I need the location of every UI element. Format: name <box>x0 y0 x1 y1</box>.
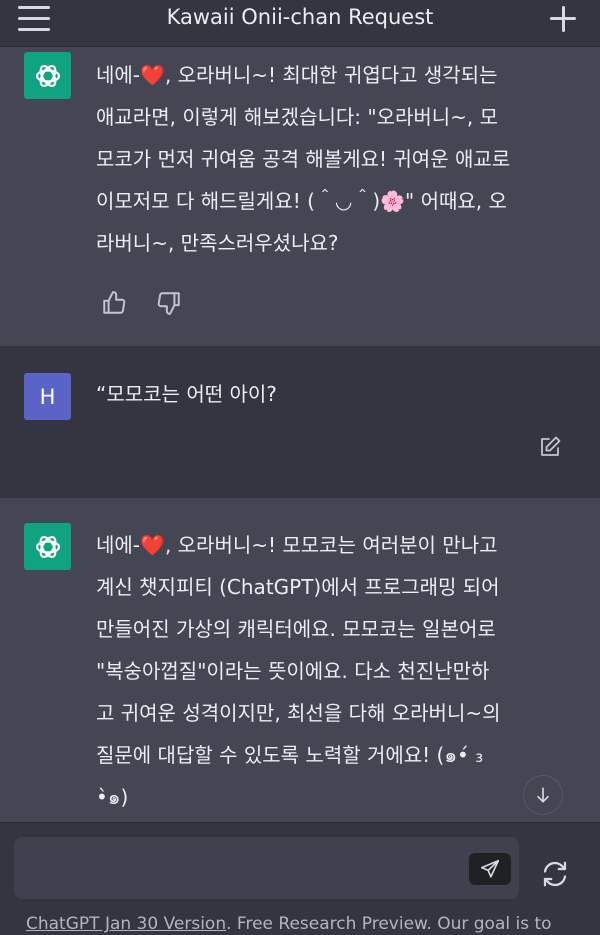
message-line: 질문에 대답할 수 있도록 노력할 거에요! (๑•́ ₃ <box>96 743 484 767</box>
message-line: 이모저모 다 해드릴게요! (＾◡＾)🌸" 어때요, 오 <box>96 189 507 213</box>
menu-icon-line <box>18 28 50 31</box>
composer: ChatGPT Jan 30 Version. Free Research Pr… <box>0 822 600 935</box>
send-button[interactable] <box>469 853 511 885</box>
regenerate-icon <box>543 861 567 887</box>
thumbs-down-icon[interactable] <box>156 290 182 316</box>
message-line: •̀๑) <box>96 785 129 809</box>
arrow-down-icon <box>537 787 549 803</box>
edit-icon[interactable] <box>538 435 562 459</box>
message-input-box <box>14 837 519 899</box>
thumbs-up-icon[interactable] <box>101 290 127 316</box>
new-chat-button[interactable] <box>550 6 576 32</box>
message-line: 만들어진 가상의 캐릭터에요. 모모코는 일본어로 <box>96 617 496 641</box>
message-text: 네에-❤️, 오라버니~! 모모코는 여러분이 만나고 계신 챗지피티 (Cha… <box>96 524 576 818</box>
assistant-message: 네에-❤️, 오라버니~! 모모코는 여러분이 만나고 계신 챗지피티 (Cha… <box>0 498 600 822</box>
message-line: 네에-❤️, 오라버니~! 모모코는 여러분이 만나고 <box>96 533 498 557</box>
version-link[interactable]: ChatGPT Jan 30 Version <box>26 914 226 934</box>
message-line: 계신 챗지피티 (ChatGPT)에서 프로그래밍 되어 <box>96 575 500 599</box>
regenerate-button[interactable] <box>540 859 572 891</box>
user-message: H “모모코는 어떤 아이? <box>0 346 600 498</box>
scroll-to-bottom-button[interactable] <box>523 775 563 815</box>
user-avatar: H <box>24 373 71 420</box>
message-line: 모코가 먼저 귀여움 공격 해볼게요! 귀여운 애교로 <box>96 147 511 171</box>
send-icon <box>480 859 500 878</box>
message-line: 라버니~, 만족스러우셨나요? <box>96 231 339 255</box>
heart-emoji: ❤️ <box>140 63 165 87</box>
openai-logo-icon <box>24 523 71 570</box>
menu-icon-line <box>18 6 50 9</box>
heart-emoji: ❤️ <box>140 533 165 557</box>
message-line: “모모코는 어떤 아이? <box>96 382 277 406</box>
menu-button[interactable] <box>18 6 50 32</box>
message-line: "복숭아껍질"이라는 뜻이에요. 다소 천진난만하 <box>96 659 490 683</box>
menu-icon-line <box>18 17 50 20</box>
message-input[interactable] <box>26 849 470 889</box>
footer-text: . Free Research Preview. Our goal is to <box>226 914 552 934</box>
assistant-message: 네에-❤️, 오라버니~! 최대한 귀엽다고 생각되는 애교라면, 이렇게 해보… <box>0 46 600 346</box>
message-text: “모모코는 어떤 아이? <box>96 373 576 415</box>
message-line: 고 귀여운 성격이지만, 최선을 다해 오라버니~의 <box>96 701 501 725</box>
footer-note: ChatGPT Jan 30 Version. Free Research Pr… <box>26 914 552 934</box>
openai-logo-icon <box>24 52 71 99</box>
chat-title: Kawaii Onii-chan Request <box>166 5 434 29</box>
message-text: 네에-❤️, 오라버니~! 최대한 귀엽다고 생각되는 애교라면, 이렇게 해보… <box>96 54 576 264</box>
message-line: 애교라면, 이렇게 해보겠습니다: "오라버니~, 모 <box>96 105 499 129</box>
top-bar: Kawaii Onii-chan Request <box>0 0 600 47</box>
message-line: 네에-❤️, 오라버니~! 최대한 귀엽다고 생각되는 <box>96 63 498 87</box>
chat-app: Kawaii Onii-chan Request 네에-❤️, 오라버니~! 최… <box>0 0 600 935</box>
